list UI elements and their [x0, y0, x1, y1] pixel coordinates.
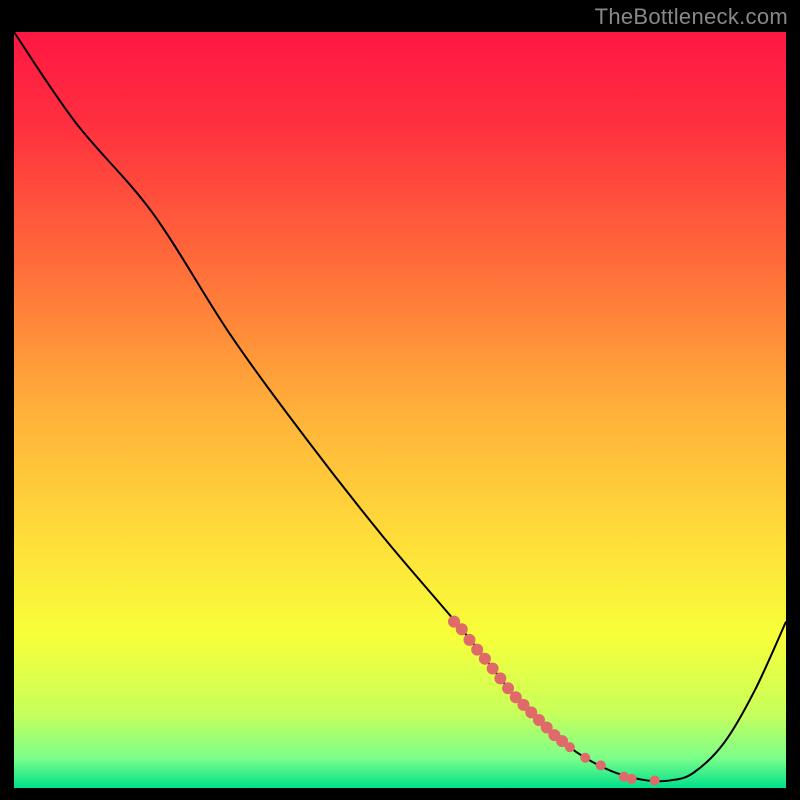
chart-background	[14, 32, 786, 788]
chart-area	[14, 32, 786, 788]
highlight-dot	[494, 672, 506, 684]
highlight-dot	[502, 682, 514, 694]
chart-frame	[12, 30, 788, 790]
highlight-dot	[471, 644, 483, 656]
highlight-dot	[580, 753, 590, 763]
highlight-dot	[463, 634, 475, 646]
highlight-dot	[487, 663, 499, 675]
attribution-text: TheBottleneck.com	[595, 4, 788, 30]
highlight-dot	[565, 742, 575, 752]
highlight-dot	[479, 653, 491, 665]
highlight-dot	[650, 775, 660, 785]
highlight-dot	[456, 623, 468, 635]
highlight-dot	[627, 774, 637, 784]
bottleneck-chart	[14, 32, 786, 788]
highlight-dot	[596, 760, 606, 770]
